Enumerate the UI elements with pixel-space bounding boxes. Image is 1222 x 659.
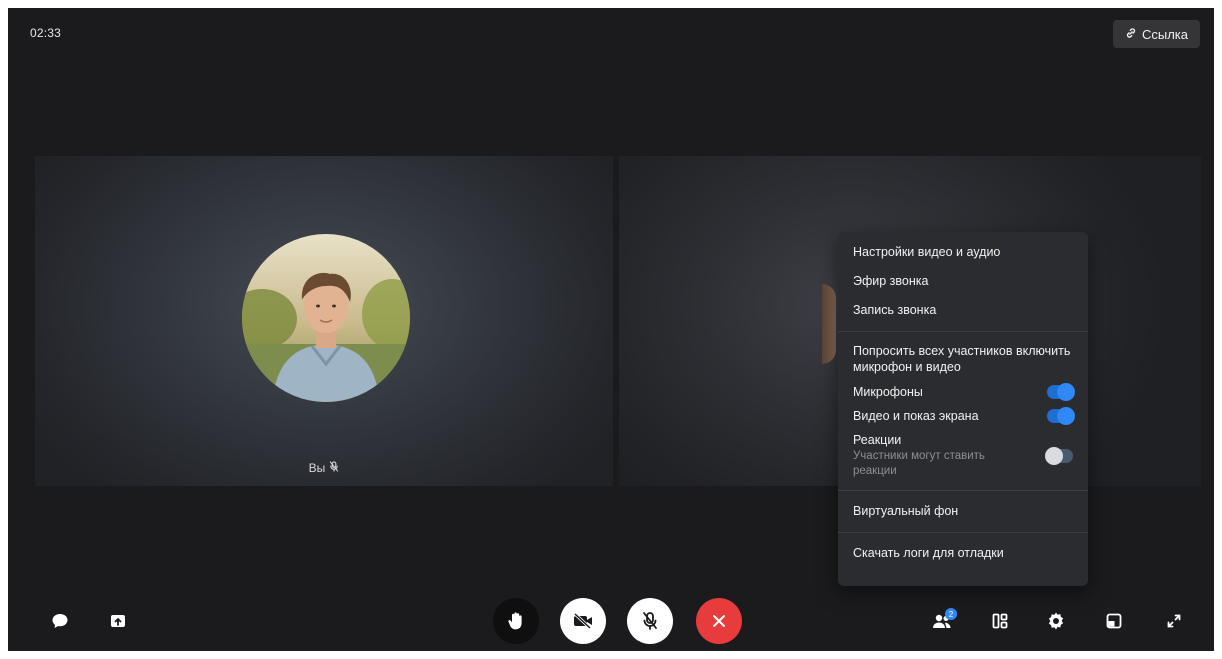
participants-button[interactable]: 2	[930, 608, 957, 633]
self-video-tile[interactable]: Вы	[35, 156, 613, 486]
minimize-window-icon	[1105, 612, 1123, 630]
participants-count-badge: 2	[945, 608, 957, 620]
video-screen-toggle[interactable]	[1047, 407, 1075, 425]
raise-hand-button[interactable]	[493, 598, 539, 644]
menu-item-video-audio-settings[interactable]: Настройки видео и аудио	[838, 238, 1088, 267]
expand-icon	[1166, 613, 1182, 629]
microphones-label: Микрофоны	[853, 385, 923, 399]
self-name-text: Вы	[308, 461, 326, 475]
remote-avatar	[822, 284, 836, 364]
self-name-label: Вы	[35, 461, 613, 475]
call-window: 02:33 Ссылка Вы Настройки видео и аудио …	[8, 8, 1214, 651]
reactions-toggle[interactable]	[1045, 447, 1073, 465]
menu-row-video-screen: Видео и показ экрана	[838, 404, 1088, 428]
share-screen-icon	[109, 612, 127, 630]
link-button[interactable]: Ссылка	[1112, 20, 1200, 48]
menu-divider	[838, 532, 1088, 533]
chat-button[interactable]	[48, 609, 72, 633]
picture-in-picture-button[interactable]	[1102, 609, 1126, 633]
layout-button[interactable]	[988, 609, 1012, 633]
menu-item-download-logs[interactable]: Скачать логи для отладки	[838, 539, 1088, 568]
menu-item-recording[interactable]: Запись звонка	[838, 296, 1088, 325]
menu-row-reactions: Реакции Участники могут ставить реакции	[838, 428, 1088, 484]
self-avatar	[242, 234, 410, 402]
fullscreen-button[interactable]	[1162, 609, 1186, 633]
share-screen-button[interactable]	[106, 609, 130, 633]
hand-icon	[507, 611, 525, 631]
menu-divider	[838, 490, 1088, 491]
mic-toggle-button[interactable]	[627, 598, 673, 644]
microphones-toggle[interactable]	[1047, 383, 1075, 401]
mic-off-icon	[329, 461, 339, 475]
call-toolbar: 2	[8, 598, 1214, 648]
link-icon	[1125, 27, 1137, 42]
camera-toggle-button[interactable]	[560, 598, 606, 644]
menu-item-virtual-background[interactable]: Виртуальный фон	[838, 497, 1088, 526]
close-icon	[711, 613, 727, 629]
reactions-label: Реакции	[853, 433, 902, 447]
chat-icon	[51, 612, 69, 630]
menu-row-microphones: Микрофоны	[838, 380, 1088, 404]
menu-item-ask-all[interactable]: Попросить всех участников включить микро…	[838, 338, 1088, 380]
menu-item-broadcast[interactable]: Эфир звонка	[838, 267, 1088, 296]
video-screen-label: Видео и показ экрана	[853, 409, 979, 423]
camera-off-icon	[572, 612, 594, 630]
participants-icon: 2	[931, 608, 957, 630]
menu-divider	[838, 331, 1088, 332]
more-options-menu: Настройки видео и аудио Эфир звонка Запи…	[838, 232, 1088, 586]
gear-icon	[1046, 611, 1066, 631]
mic-off-icon	[641, 611, 659, 631]
call-timer: 02:33	[30, 26, 62, 40]
reactions-sublabel: Участники могут ставить реакции	[853, 450, 985, 477]
settings-button[interactable]	[1044, 609, 1068, 633]
link-button-label: Ссылка	[1141, 26, 1188, 42]
end-call-button[interactable]	[696, 598, 742, 644]
layout-grid-icon	[991, 612, 1009, 630]
